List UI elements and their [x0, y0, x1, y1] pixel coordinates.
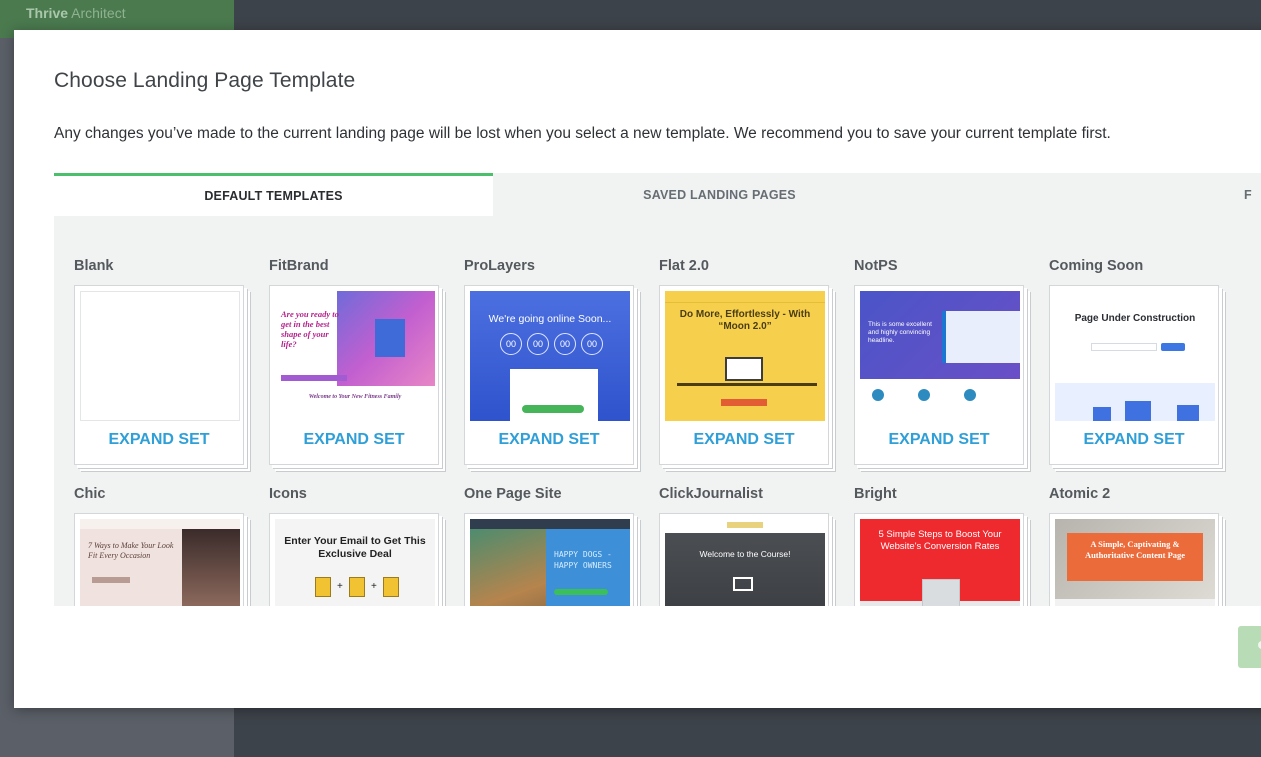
thumbnail-headline: 5 Simple Steps to Boost Your Website's C…	[878, 529, 1002, 552]
expand-set-button[interactable]: EXPAND SET	[1050, 431, 1218, 449]
tab-default-templates[interactable]: DEFAULT TEMPLATES	[54, 173, 493, 216]
thumbnail-headline: Enter Your Email to Get This Exclusive D…	[284, 535, 426, 560]
modal-title: Choose Landing Page Template	[54, 69, 356, 92]
thumbnail-logo	[727, 522, 763, 528]
countdown-circle: 00	[581, 333, 603, 355]
thumbnail-headline: Are you ready to get in the best shape o…	[281, 309, 339, 349]
expand-set-button[interactable]: EXPAND SET	[660, 431, 828, 449]
template-card[interactable]: Do More, Effortlessly - With “Moon 2.0” …	[659, 285, 829, 465]
template-card[interactable]: A Simple, Captivating & Authoritative Co…	[1049, 513, 1219, 606]
thumbnail-screen	[942, 311, 1020, 363]
template-thumbnail: Enter Your Email to Get This Exclusive D…	[275, 519, 435, 606]
thumbnail-headline: Page Under Construction	[1074, 313, 1196, 324]
thumbnail-headline: A Simple, Captivating & Authoritative Co…	[1084, 539, 1186, 560]
template-name: Flat 2.0	[659, 258, 709, 274]
template-name: NotPS	[854, 258, 898, 274]
modal-warning: Any changes you’ve made to the current l…	[54, 125, 1111, 142]
countdown-circle: 00	[554, 333, 576, 355]
template-thumbnail: We're going online Soon... 00 00 00 00	[470, 291, 630, 421]
thumbnail-button	[92, 577, 130, 583]
template-card[interactable]: HAPPY DOGS - HAPPY OWNERS EXPAND SET	[464, 513, 634, 606]
tab-partial[interactable]: F	[1244, 173, 1261, 216]
thumbnail-photo	[470, 529, 546, 606]
thumbnail-bar	[281, 375, 347, 381]
thumbnail-hero	[665, 533, 825, 606]
template-thumbnail: A Simple, Captivating & Authoritative Co…	[1055, 519, 1215, 606]
thumbnail-headline: This is some excellent and highly convin…	[868, 321, 932, 344]
template-name: Atomic 2	[1049, 486, 1111, 502]
mail-icon	[733, 577, 753, 591]
thumbnail-button	[721, 399, 767, 406]
thumbnail-headline: Welcome to the Course!	[699, 549, 791, 559]
template-card[interactable]: Are you ready to get in the best shape o…	[269, 285, 439, 465]
thumbnail-footer: Welcome to Your New Fitness Family	[308, 394, 402, 400]
thumbnail-book	[922, 579, 960, 606]
plus-icon: +	[371, 581, 377, 592]
expand-set-button[interactable]: EXPAND SET	[270, 431, 438, 449]
template-card[interactable]: 7 Ways to Make Your Look Fit Every Occas…	[74, 513, 244, 606]
template-name: ClickJournalist	[659, 486, 763, 502]
document-icon	[349, 577, 365, 597]
thumbnail-button	[1161, 343, 1185, 351]
template-name: FitBrand	[269, 258, 329, 274]
feature-icon	[872, 389, 884, 401]
template-name: Chic	[74, 486, 106, 502]
countdown-circle: 00	[527, 333, 549, 355]
template-name: Icons	[269, 486, 307, 502]
template-thumbnail: Welcome to the Course!	[665, 519, 825, 606]
feature-icon	[964, 389, 976, 401]
template-thumbnail	[80, 291, 240, 421]
template-name: Coming Soon	[1049, 258, 1144, 274]
template-card[interactable]: Welcome to the Course! EXPAND SET	[659, 513, 829, 606]
template-thumbnail: 7 Ways to Make Your Look Fit Every Occas…	[80, 519, 240, 606]
expand-set-button[interactable]: EXPAND SET	[75, 431, 243, 449]
expand-set-button[interactable]: EXPAND SET	[855, 431, 1023, 449]
template-thumbnail: 5 Simple Steps to Boost Your Website's C…	[860, 519, 1020, 606]
thumbnail-headline: Do More, Effortlessly - With “Moon 2.0”	[679, 309, 811, 332]
template-name: One Page Site	[464, 486, 562, 502]
template-modal: Choose Landing Page Template Any changes…	[14, 30, 1261, 708]
template-tabs: DEFAULT TEMPLATES SAVED LANDING PAGES F	[54, 173, 1261, 216]
gift-icon	[383, 577, 399, 597]
thumbnail-nav	[665, 291, 825, 303]
plus-icon: +	[337, 581, 343, 592]
template-card[interactable]: This is some excellent and highly convin…	[854, 285, 1024, 465]
thumbnail-headline: HAPPY DOGS - HAPPY OWNERS	[554, 550, 612, 570]
choose-template-button[interactable]	[1238, 626, 1261, 668]
thumbnail-city	[1055, 383, 1215, 421]
template-grid[interactable]: Blank EXPAND SET FitBrand Are you ready …	[54, 216, 1261, 606]
template-thumbnail: This is some excellent and highly convin…	[860, 291, 1020, 421]
tab-saved-landing-pages[interactable]: SAVED LANDING PAGES	[493, 173, 946, 216]
template-thumbnail: Are you ready to get in the best shape o…	[275, 291, 435, 421]
template-thumbnail: HAPPY DOGS - HAPPY OWNERS	[470, 519, 630, 606]
template-thumbnail: Page Under Construction	[1055, 291, 1215, 421]
thumbnail-input	[1091, 343, 1157, 351]
document-icon	[315, 577, 331, 597]
template-name: Blank	[74, 258, 114, 274]
template-card[interactable]: We're going online Soon... 00 00 00 00 E…	[464, 285, 634, 465]
template-card[interactable]: EXPAND SET	[74, 285, 244, 465]
background-brand: Thrive Architect	[26, 5, 126, 21]
template-card[interactable]: Enter Your Email to Get This Exclusive D…	[269, 513, 439, 606]
template-card[interactable]: 5 Simple Steps to Boost Your Website's C…	[854, 513, 1024, 606]
expand-set-button[interactable]: EXPAND SET	[465, 431, 633, 449]
thumbnail-form	[510, 369, 598, 421]
template-name: ProLayers	[464, 258, 535, 274]
thumbnail-photo	[182, 529, 240, 606]
thumbnail-book	[375, 319, 405, 357]
countdown-circle: 00	[500, 333, 522, 355]
thumbnail-monitor	[725, 357, 763, 381]
thumbnail-headline: We're going online Soon...	[488, 313, 612, 325]
feature-icon	[918, 389, 930, 401]
template-card[interactable]: Page Under Construction EXPAND SET	[1049, 285, 1219, 465]
template-thumbnail: Do More, Effortlessly - With “Moon 2.0”	[665, 291, 825, 421]
template-name: Bright	[854, 486, 897, 502]
thumbnail-desk	[677, 383, 817, 386]
thumbnail-headline: 7 Ways to Make Your Look Fit Every Occas…	[88, 541, 174, 560]
thumbnail-button	[554, 589, 608, 595]
